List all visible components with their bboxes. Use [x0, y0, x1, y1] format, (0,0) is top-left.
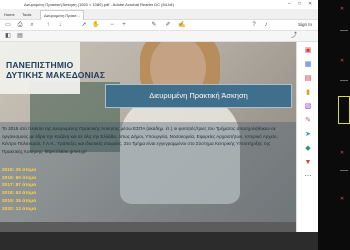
slide-paragraph: Το 2015 στο πλαίσιο της Διευρυμένης Πρακ… [2, 126, 278, 154]
fill-sign-icon[interactable]: ✎ [303, 116, 313, 126]
edit-pdf-icon[interactable]: ▦ [303, 60, 313, 70]
compress-icon[interactable]: ▼ [303, 158, 313, 168]
year-item: 2019: 35 άτομα [2, 198, 37, 204]
sign-in-button[interactable]: Sign In [298, 20, 312, 30]
marker-icon: ✕ [340, 6, 345, 12]
year-item: 2018: 63 άτομα [2, 191, 37, 197]
divider [340, 80, 348, 81]
tab-home[interactable]: Home [4, 10, 15, 19]
divider [340, 170, 348, 171]
second-screen-edge: ✕ ✕ ✕ ✕ [318, 0, 350, 250]
window-titlebar: Διευρυμένη Πρακτική Άσκηση (1920 × 1080)… [0, 0, 318, 9]
bell-icon[interactable]: ♪ [262, 21, 270, 29]
print-icon[interactable]: ⎙ [16, 21, 24, 29]
marker-icon: ✕ [340, 150, 345, 156]
more-tools-icon[interactable]: ⋯ [303, 172, 313, 182]
tab-document[interactable]: Διευρυμένη Πρακτ... [40, 10, 84, 20]
tab-bar: Home Tools Διευρυμένη Πρακτ... [0, 9, 318, 20]
university-name: ΠΑΝΕΠΙΣΤΗΜΙΟ ΔΥΤΙΚΗΣ ΜΑΚΕΔΟΝΙΑΣ [6, 60, 106, 80]
document-canvas[interactable]: ΠΑΝΕΠΙΣΤΗΜΙΟ ΔΥΤΙΚΗΣ ΜΑΚΕΔΟΝΙΑΣ Διευρυμέ… [0, 42, 296, 232]
right-tools-panel: ▣ ▦ ▤ ▮ ▧ ✎ ➤ ◆ ▼ ⋯ [296, 42, 319, 232]
year-item: 2020: 12 άτομα [2, 206, 37, 212]
minimize-icon[interactable]: – [288, 0, 291, 9]
page-bottom-strip [0, 222, 296, 232]
save-icon[interactable]: ▭ [4, 21, 12, 29]
secondary-toolbar: ◧ ▤ ⤴ [0, 31, 318, 42]
marker-icon: ✕ [340, 58, 345, 64]
protect-icon[interactable]: ◆ [303, 144, 313, 154]
divider [340, 30, 348, 31]
maximize-icon[interactable]: □ [298, 0, 301, 9]
marker-icon: ✕ [340, 196, 345, 202]
help-icon[interactable]: ? [250, 21, 258, 29]
comment-tool-icon[interactable]: ▮ [303, 88, 313, 98]
cursor-icon[interactable]: ➚ [80, 21, 88, 29]
hand-icon[interactable]: ✋ [92, 21, 100, 29]
close-icon[interactable]: ✕ [308, 0, 312, 9]
organize-pages-icon[interactable]: ▧ [303, 102, 313, 112]
highlight-frame [338, 96, 350, 124]
year-item: 2015: 25 άτομα [2, 168, 37, 173]
main-toolbar: ▭ ⎙ ⌕ ↑ ↓ ➚ ✋ − + ✎ ✐ ✍ ? ♪ Sign In [0, 20, 318, 31]
slide-page: ΠΑΝΕΠΙΣΤΗΜΙΟ ΔΥΤΙΚΗΣ ΜΑΚΕΔΟΝΙΑΣ Διευρυμέ… [0, 42, 296, 232]
export-pdf-icon[interactable]: ▣ [303, 46, 313, 56]
zoom-out-icon[interactable]: − [108, 21, 116, 29]
search-icon[interactable]: ⌕ [28, 21, 36, 29]
tab-tools[interactable]: Tools [22, 10, 31, 19]
create-pdf-icon[interactable]: ▤ [303, 74, 313, 84]
send-icon[interactable]: ➤ [303, 130, 313, 140]
window-title: Διευρυμένη Πρακτική Άσκηση (1920 × 1080)… [24, 2, 174, 7]
page-up-icon[interactable]: ↑ [44, 21, 52, 29]
thumbnail-icon[interactable]: ▤ [16, 32, 24, 40]
year-item: 2017: 87 άτομα [2, 183, 37, 189]
zoom-in-icon[interactable]: + [120, 21, 128, 29]
highlight-icon[interactable]: ✐ [164, 21, 172, 29]
year-item: 2016: 60 άτομα [2, 175, 37, 181]
taskbar [0, 232, 318, 250]
share-icon[interactable]: ⤴ [290, 32, 298, 40]
comment-icon[interactable]: ✎ [150, 21, 158, 29]
bookmark-icon[interactable]: ◧ [4, 32, 12, 40]
slide-banner-title: Διευρυμένη Πρακτική Άσκηση [105, 84, 292, 108]
sign-icon[interactable]: ✍ [178, 21, 186, 29]
page-down-icon[interactable]: ↓ [56, 21, 64, 29]
yearly-counts: 2015: 25 άτομα 2016: 60 άτομα 2017: 87 ά… [2, 167, 36, 213]
